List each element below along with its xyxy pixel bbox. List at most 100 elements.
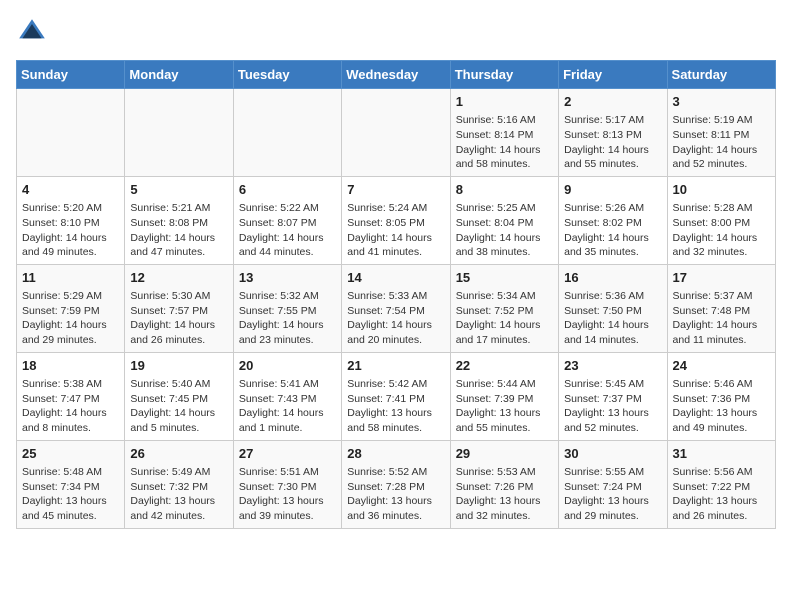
day-number: 4 [22,181,119,199]
calendar-cell: 20 Sunrise: 5:41 AMSunset: 7:43 PMDayligh… [233,352,341,440]
weekday-header: Wednesday [342,61,450,89]
day-number: 8 [456,181,553,199]
day-number: 13 [239,269,336,287]
day-info: Sunrise: 5:52 AMSunset: 7:28 PMDaylight:… [347,465,444,524]
day-number: 26 [130,445,227,463]
weekday-header: Monday [125,61,233,89]
day-info: Sunrise: 5:55 AMSunset: 7:24 PMDaylight:… [564,465,661,524]
calendar-week-row: 11Sunrise: 5:29 AMSunset: 7:59 PMDayligh… [17,264,776,352]
calendar-cell: 4 Sunrise: 5:20 AMSunset: 8:10 PMDaylight… [17,176,125,264]
weekday-header: Sunday [17,61,125,89]
day-info: Sunrise: 5:56 AMSunset: 7:22 PMDaylight:… [673,465,770,524]
calendar-cell: 30 Sunrise: 5:55 AMSunset: 7:24 PMDayligh… [559,440,667,528]
weekday-header: Thursday [450,61,558,89]
day-info: Sunrise: 5:37 AMSunset: 7:48 PMDaylight:… [673,289,770,348]
weekday-header: Tuesday [233,61,341,89]
day-info: Sunrise: 5:28 AMSunset: 8:00 PMDaylight:… [673,201,770,260]
calendar-cell: 13 Sunrise: 5:32 AMSunset: 7:55 PMDayligh… [233,264,341,352]
day-number: 7 [347,181,444,199]
day-number: 15 [456,269,553,287]
day-number: 9 [564,181,661,199]
day-info: Sunrise: 5:42 AMSunset: 7:41 PMDaylight:… [347,377,444,436]
day-info: Sunrise: 5:16 AMSunset: 8:14 PMDaylight:… [456,113,553,172]
calendar-cell [17,89,125,177]
day-number: 12 [130,269,227,287]
calendar-cell: 31 Sunrise: 5:56 AMSunset: 7:22 PMDayligh… [667,440,775,528]
logo [16,16,52,48]
day-info: Sunrise: 5:32 AMSunset: 7:55 PMDaylight:… [239,289,336,348]
calendar-cell: 27Sunrise: 5:51 AMSunset: 7:30 PMDayligh… [233,440,341,528]
calendar-cell: 5 Sunrise: 5:21 AMSunset: 8:08 PMDaylight… [125,176,233,264]
calendar-cell: 21Sunrise: 5:42 AMSunset: 7:41 PMDayligh… [342,352,450,440]
calendar-cell: 16 Sunrise: 5:36 AMSunset: 7:50 PMDayligh… [559,264,667,352]
calendar-cell: 11Sunrise: 5:29 AMSunset: 7:59 PMDayligh… [17,264,125,352]
day-info: Sunrise: 5:41 AMSunset: 7:43 PMDaylight:… [239,377,336,436]
calendar-cell: 9 Sunrise: 5:26 AMSunset: 8:02 PMDaylight… [559,176,667,264]
day-info: Sunrise: 5:24 AMSunset: 8:05 PMDaylight:… [347,201,444,260]
calendar-week-row: 25 Sunrise: 5:48 AMSunset: 7:34 PMDayligh… [17,440,776,528]
day-info: Sunrise: 5:33 AMSunset: 7:54 PMDaylight:… [347,289,444,348]
weekday-header: Friday [559,61,667,89]
calendar-cell: 23Sunrise: 5:45 AMSunset: 7:37 PMDayligh… [559,352,667,440]
day-number: 16 [564,269,661,287]
calendar-week-row: 1 Sunrise: 5:16 AMSunset: 8:14 PMDaylight… [17,89,776,177]
calendar-cell: 15 Sunrise: 5:34 AMSunset: 7:52 PMDayligh… [450,264,558,352]
calendar-cell: 7 Sunrise: 5:24 AMSunset: 8:05 PMDaylight… [342,176,450,264]
day-info: Sunrise: 5:48 AMSunset: 7:34 PMDaylight:… [22,465,119,524]
calendar-cell: 28 Sunrise: 5:52 AMSunset: 7:28 PMDayligh… [342,440,450,528]
calendar-cell: 14Sunrise: 5:33 AMSunset: 7:54 PMDayligh… [342,264,450,352]
day-info: Sunrise: 5:29 AMSunset: 7:59 PMDaylight:… [22,289,119,348]
calendar-cell: 8 Sunrise: 5:25 AMSunset: 8:04 PMDaylight… [450,176,558,264]
header [16,16,776,48]
day-info: Sunrise: 5:17 AMSunset: 8:13 PMDaylight:… [564,113,661,172]
calendar-cell: 19 Sunrise: 5:40 AMSunset: 7:45 PMDayligh… [125,352,233,440]
day-info: Sunrise: 5:40 AMSunset: 7:45 PMDaylight:… [130,377,227,436]
day-number: 5 [130,181,227,199]
day-number: 2 [564,93,661,111]
calendar-cell [125,89,233,177]
day-number: 19 [130,357,227,375]
day-number: 28 [347,445,444,463]
day-info: Sunrise: 5:34 AMSunset: 7:52 PMDaylight:… [456,289,553,348]
calendar-cell: 1 Sunrise: 5:16 AMSunset: 8:14 PMDaylight… [450,89,558,177]
day-number: 1 [456,93,553,111]
day-info: Sunrise: 5:49 AMSunset: 7:32 PMDaylight:… [130,465,227,524]
day-info: Sunrise: 5:45 AMSunset: 7:37 PMDaylight:… [564,377,661,436]
day-number: 18 [22,357,119,375]
day-number: 29 [456,445,553,463]
day-info: Sunrise: 5:30 AMSunset: 7:57 PMDaylight:… [130,289,227,348]
day-number: 31 [673,445,770,463]
day-number: 25 [22,445,119,463]
day-number: 24 [673,357,770,375]
calendar-cell: 2 Sunrise: 5:17 AMSunset: 8:13 PMDaylight… [559,89,667,177]
day-number: 27 [239,445,336,463]
day-info: Sunrise: 5:25 AMSunset: 8:04 PMDaylight:… [456,201,553,260]
calendar-week-row: 18 Sunrise: 5:38 AMSunset: 7:47 PMDayligh… [17,352,776,440]
calendar-cell: 29Sunrise: 5:53 AMSunset: 7:26 PMDayligh… [450,440,558,528]
calendar-cell: 3Sunrise: 5:19 AMSunset: 8:11 PMDaylight… [667,89,775,177]
day-info: Sunrise: 5:46 AMSunset: 7:36 PMDaylight:… [673,377,770,436]
day-info: Sunrise: 5:26 AMSunset: 8:02 PMDaylight:… [564,201,661,260]
calendar-cell: 25 Sunrise: 5:48 AMSunset: 7:34 PMDayligh… [17,440,125,528]
day-number: 20 [239,357,336,375]
calendar-cell: 12 Sunrise: 5:30 AMSunset: 7:57 PMDayligh… [125,264,233,352]
calendar-cell: 24 Sunrise: 5:46 AMSunset: 7:36 PMDayligh… [667,352,775,440]
day-info: Sunrise: 5:36 AMSunset: 7:50 PMDaylight:… [564,289,661,348]
calendar-cell: 18 Sunrise: 5:38 AMSunset: 7:47 PMDayligh… [17,352,125,440]
day-info: Sunrise: 5:19 AMSunset: 8:11 PMDaylight:… [673,113,770,172]
day-number: 10 [673,181,770,199]
weekday-header: Saturday [667,61,775,89]
calendar-table: SundayMondayTuesdayWednesdayThursdayFrid… [16,60,776,529]
day-info: Sunrise: 5:21 AMSunset: 8:08 PMDaylight:… [130,201,227,260]
day-number: 17 [673,269,770,287]
logo-icon [16,16,48,48]
day-number: 6 [239,181,336,199]
day-info: Sunrise: 5:20 AMSunset: 8:10 PMDaylight:… [22,201,119,260]
calendar-cell: 6Sunrise: 5:22 AMSunset: 8:07 PMDaylight… [233,176,341,264]
weekday-header-row: SundayMondayTuesdayWednesdayThursdayFrid… [17,61,776,89]
day-info: Sunrise: 5:44 AMSunset: 7:39 PMDaylight:… [456,377,553,436]
day-number: 22 [456,357,553,375]
day-number: 30 [564,445,661,463]
calendar-cell: 10 Sunrise: 5:28 AMSunset: 8:00 PMDayligh… [667,176,775,264]
day-info: Sunrise: 5:38 AMSunset: 7:47 PMDaylight:… [22,377,119,436]
